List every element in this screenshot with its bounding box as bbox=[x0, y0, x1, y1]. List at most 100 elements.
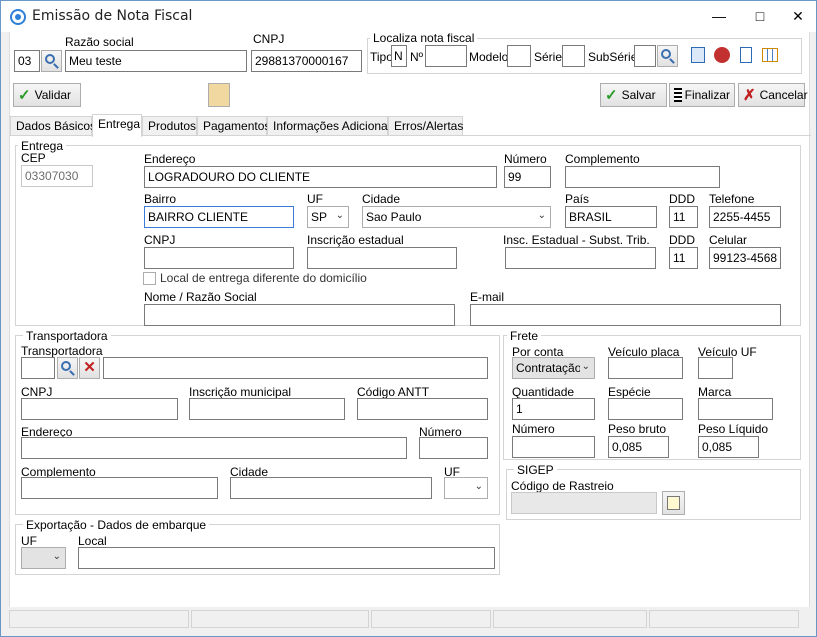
frete-numero-field[interactable] bbox=[512, 436, 595, 458]
tab-entrega[interactable]: Entrega bbox=[92, 114, 142, 137]
serie-field[interactable] bbox=[562, 45, 585, 67]
client-area: Razão social CNPJ 03 Meu teste 298813700… bbox=[9, 31, 811, 607]
cancelar-button[interactable]: ✗ Cancelar bbox=[738, 83, 808, 107]
marca-field[interactable] bbox=[698, 398, 773, 420]
nome-field[interactable] bbox=[144, 304, 455, 326]
peso-liquido-field[interactable]: 0,085 bbox=[698, 436, 759, 458]
magnifier-icon bbox=[61, 361, 71, 371]
email-field[interactable] bbox=[470, 304, 781, 326]
transp-complemento-field[interactable] bbox=[21, 477, 218, 499]
search-company-button[interactable] bbox=[41, 50, 62, 72]
peso-bruto-field[interactable]: 0,085 bbox=[608, 436, 669, 458]
bairro-field[interactable]: BAIRRO CLIENTE bbox=[144, 206, 294, 228]
export-local-label: Local bbox=[78, 534, 107, 548]
ie-field[interactable] bbox=[307, 247, 457, 269]
company-code-field[interactable]: 03 bbox=[14, 50, 40, 72]
export-uf-select[interactable]: ⌄ bbox=[21, 547, 66, 569]
modelo-field[interactable] bbox=[507, 45, 531, 67]
entrega-tab-page: Entrega CEP 03307030 Endereço LOGRADOURO… bbox=[10, 135, 811, 605]
tab-informacoes-adicionais[interactable]: Informações Adicionais bbox=[267, 116, 396, 136]
placa-field[interactable] bbox=[608, 357, 683, 379]
endereco-label: Endereço bbox=[144, 152, 196, 166]
chevron-down-icon: ⌄ bbox=[579, 361, 590, 372]
tipo-label: Tipo bbox=[370, 50, 393, 64]
transportadora-code-field[interactable] bbox=[21, 357, 55, 379]
validar-button[interactable]: ✓ Validar bbox=[13, 83, 81, 107]
endereco-field[interactable]: LOGRADOURO DO CLIENTE bbox=[144, 166, 497, 188]
cep-field[interactable]: 03307030 bbox=[21, 165, 93, 187]
transp-endereco-field[interactable] bbox=[21, 437, 407, 459]
subserie-field[interactable] bbox=[634, 45, 656, 67]
tipo-field[interactable]: N bbox=[391, 45, 407, 67]
cidade-select[interactable]: Sao Paulo ⌄ bbox=[362, 206, 551, 228]
tab-erros-alertas[interactable]: Erros/Alertas bbox=[388, 116, 463, 136]
rastreio-field[interactable] bbox=[511, 492, 657, 514]
page-icon[interactable] bbox=[740, 47, 752, 63]
numero-nf-field[interactable] bbox=[425, 45, 467, 67]
ie-label: Inscrição estadual bbox=[307, 233, 404, 247]
stamp-icon[interactable] bbox=[714, 47, 730, 63]
validar-label: Validar bbox=[34, 88, 72, 102]
numero-field[interactable]: 99 bbox=[504, 166, 551, 188]
clear-transportadora-button[interactable]: ✕ bbox=[79, 357, 100, 379]
peso-liquido-label: Peso Líquido bbox=[698, 422, 769, 436]
export-uf-label: UF bbox=[21, 534, 37, 548]
quantidade-field[interactable]: 1 bbox=[512, 398, 595, 420]
window-title: Emissão de Nota Fiscal bbox=[32, 8, 193, 24]
chevron-down-icon: ⌄ bbox=[474, 481, 483, 492]
x-icon: ✕ bbox=[83, 359, 96, 376]
transportadora-label: Transportadora bbox=[21, 344, 103, 358]
cnpj-label: CNPJ bbox=[253, 32, 285, 46]
razao-social-field[interactable]: Meu teste bbox=[65, 50, 247, 72]
transp-cnpj-field[interactable] bbox=[21, 398, 178, 420]
especie-field[interactable] bbox=[608, 398, 683, 420]
local-diferente-checkbox[interactable] bbox=[143, 272, 156, 285]
transp-numero-field[interactable] bbox=[419, 437, 488, 459]
status-cell-4 bbox=[493, 610, 647, 628]
ddd-telefone-field[interactable]: 11 bbox=[669, 206, 698, 228]
veiculo-uf-field[interactable] bbox=[698, 357, 733, 379]
antt-field[interactable] bbox=[357, 398, 488, 420]
tab-pagamentos[interactable]: Pagamentos bbox=[197, 116, 270, 136]
antt-label: Código ANTT bbox=[357, 385, 430, 399]
salvar-button[interactable]: ✓ Salvar bbox=[600, 83, 667, 107]
tab-produtos[interactable]: Produtos bbox=[142, 116, 197, 136]
close-button[interactable]: ✕ bbox=[784, 5, 812, 27]
ie-st-label: Insc. Estadual - Subst. Trib. bbox=[503, 233, 650, 247]
finalizar-label: Finalizar bbox=[684, 88, 730, 102]
rastreio-lookup-button[interactable] bbox=[662, 491, 685, 515]
im-field[interactable] bbox=[189, 398, 345, 420]
localiza-search-button[interactable] bbox=[657, 45, 678, 67]
celular-field[interactable]: 99123-4568 bbox=[709, 247, 781, 269]
x-icon: ✗ bbox=[743, 87, 756, 104]
tab-strip: Dados Básicos Entrega Produtos Pagamento… bbox=[10, 114, 811, 137]
transportadora-name-field[interactable] bbox=[103, 357, 488, 379]
search-transportadora-button[interactable] bbox=[57, 357, 78, 379]
minimize-button[interactable]: — bbox=[705, 5, 733, 27]
maximize-button[interactable]: □ bbox=[746, 5, 774, 27]
title-bar: Emissão de Nota Fiscal — □ ✕ bbox=[1, 1, 816, 32]
pais-field[interactable]: BRASIL bbox=[565, 206, 657, 228]
ie-st-field[interactable] bbox=[505, 247, 656, 269]
export-local-field[interactable] bbox=[78, 547, 495, 569]
telefone-field[interactable]: 2255-4455 bbox=[709, 206, 781, 228]
document-list-icon[interactable] bbox=[691, 47, 705, 63]
cnpj-field[interactable]: 29881370000167 bbox=[251, 50, 362, 72]
finalizar-button[interactable]: Finalizar bbox=[669, 83, 735, 107]
tab-dados-basicos[interactable]: Dados Básicos bbox=[10, 116, 96, 136]
grid-icon[interactable] bbox=[762, 48, 778, 62]
truck-icon-button[interactable] bbox=[208, 83, 230, 107]
complemento-field[interactable] bbox=[565, 166, 720, 188]
transp-uf-select[interactable]: ⌄ bbox=[444, 477, 488, 499]
modelo-label: Modelo bbox=[469, 50, 509, 64]
bairro-label: Bairro bbox=[144, 192, 177, 206]
por-conta-select[interactable]: Contratação ⌄ bbox=[512, 357, 595, 379]
uf-select[interactable]: SP ⌄ bbox=[307, 206, 349, 228]
status-cell-1 bbox=[9, 610, 189, 628]
cnpj-entrega-field[interactable] bbox=[144, 247, 294, 269]
transp-cidade-field[interactable] bbox=[230, 477, 432, 499]
check-icon: ✓ bbox=[18, 87, 31, 104]
uf-value: SP bbox=[311, 210, 328, 224]
ddd-celular-field[interactable]: 11 bbox=[669, 247, 698, 269]
cancelar-label: Cancelar bbox=[759, 88, 808, 102]
